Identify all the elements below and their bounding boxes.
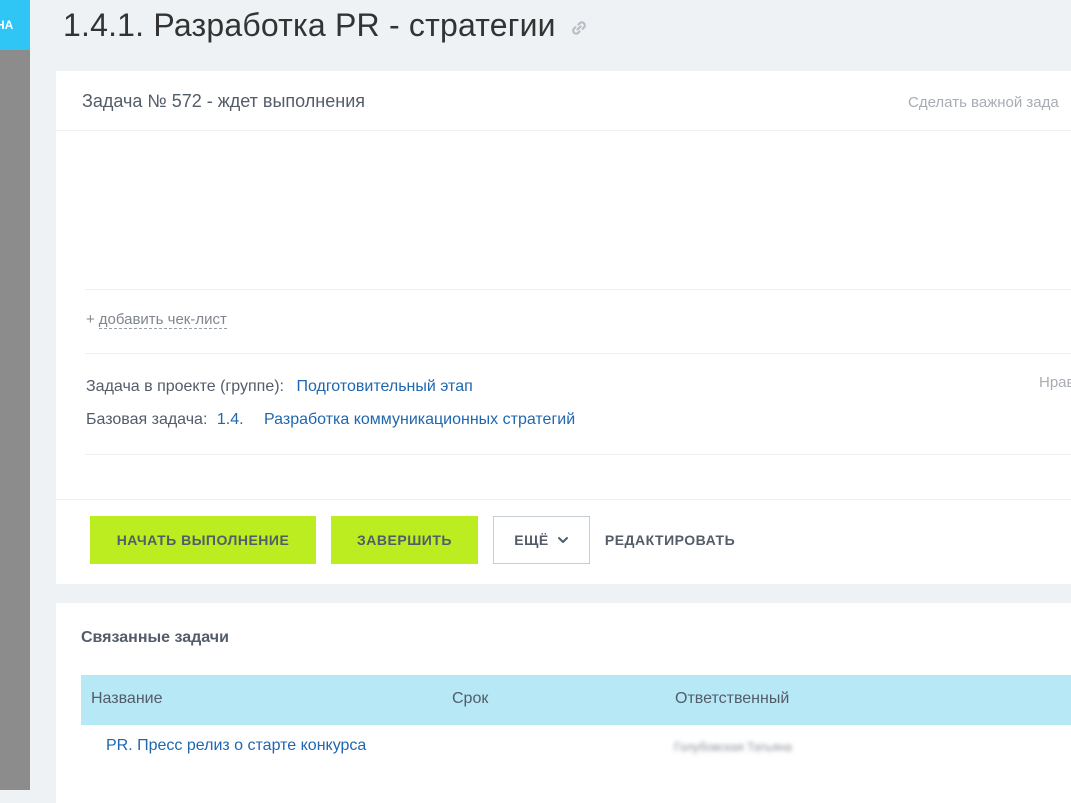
more-button[interactable]: ЕЩЁ — [493, 516, 590, 564]
base-task-row: Базовая задача: 1.4. Разработка коммуник… — [86, 411, 575, 429]
left-sidebar — [0, 0, 30, 790]
project-label: Задача в проекте (группе): — [86, 378, 284, 395]
base-task-label: Базовая задача: — [86, 411, 208, 428]
divider — [56, 499, 1071, 500]
related-task-link[interactable]: PR. Пресс релиз о старте конкурса — [106, 737, 366, 755]
task-description — [85, 131, 1071, 290]
link-icon[interactable] — [570, 19, 588, 37]
responsible-name[interactable]: Голубовская Татьяна — [674, 740, 792, 754]
table-row: PR. Пресс релиз о старте конкурса Голубо… — [81, 725, 1071, 769]
page-title: 1.4.1. Разработка PR - стратегии — [63, 6, 556, 43]
task-status: Задача № 572 - ждет выполнения — [82, 91, 365, 111]
column-header-responsible[interactable]: Ответственный — [675, 690, 789, 708]
add-checklist-link[interactable]: добавить чек-лист — [98, 311, 227, 329]
sidebar-tab[interactable]: НА — [0, 0, 30, 50]
base-task-number[interactable]: 1.4. — [217, 411, 244, 428]
finish-button[interactable]: ЗАВЕРШИТЬ — [331, 516, 478, 564]
table-header: Название Срок Ответственный — [81, 675, 1071, 725]
like-link[interactable]: Нрав — [1039, 374, 1071, 391]
project-link[interactable]: Подготовительный этап — [296, 378, 472, 395]
column-header-name[interactable]: Название — [91, 690, 163, 708]
page-header: 1.4.1. Разработка PR - стратегии — [63, 2, 588, 48]
plus-icon: + — [86, 311, 95, 328]
related-tasks-card: Связанные задачи Название Срок Ответстве… — [56, 603, 1071, 803]
column-header-deadline[interactable]: Срок — [452, 690, 488, 708]
more-label: ЕЩЁ — [514, 532, 549, 548]
edit-button[interactable]: РЕДАКТИРОВАТЬ — [600, 516, 740, 564]
related-tasks-table: Название Срок Ответственный PR. Пресс ре… — [81, 675, 1071, 769]
add-checklist[interactable]: + добавить чек-лист — [86, 311, 227, 329]
related-tasks-title: Связанные задачи — [81, 629, 229, 646]
project-row: Задача в проекте (группе): Подготовитель… — [86, 378, 473, 396]
divider — [85, 454, 1071, 455]
chevron-down-icon — [557, 537, 568, 543]
start-button[interactable]: НАЧАТЬ ВЫПОЛНЕНИЕ — [90, 516, 316, 564]
base-task-link[interactable]: Разработка коммуникационных стратегий — [264, 411, 575, 428]
divider — [85, 353, 1071, 354]
task-card: Задача № 572 - ждет выполнения Сделать в… — [56, 71, 1071, 584]
task-card-header: Задача № 572 - ждет выполнения Сделать в… — [56, 71, 1071, 131]
make-important-link[interactable]: Сделать важной зада — [908, 94, 1059, 111]
